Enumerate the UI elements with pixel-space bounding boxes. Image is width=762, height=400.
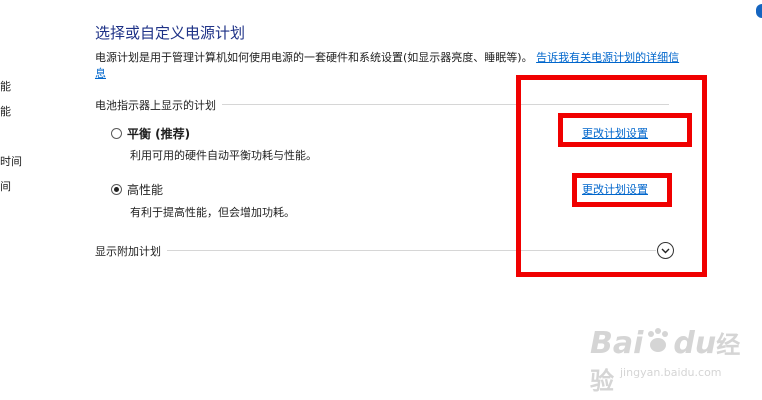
radio-high-performance[interactable] [111,184,122,195]
plan-balanced-description: 利用可用的硬件自动平衡功耗与性能。 [130,149,317,162]
plan-high-performance-name[interactable]: 高性能 [127,181,163,198]
scrollbar-indicator[interactable] [756,4,762,18]
highlight-box-balanced-link [558,113,692,147]
additional-plans-label[interactable]: 显示附加计划 [95,243,167,259]
highlight-box-high-performance-link [572,173,672,207]
sidebar-item-4[interactable]: 间 [0,178,11,194]
page-title: 选择或自定义电源计划 [95,24,246,42]
radio-balanced[interactable] [111,128,122,139]
watermark-logo: Bai du经验 [590,326,741,395]
plan-balanced-name[interactable]: 平衡 (推荐) [127,125,190,142]
description-text: 电源计划是用于管理计算机如何使用电源的一套硬件和系统设置(如显示器亮度、睡眠等)… [95,51,533,64]
watermark-url: jingyan.baidu.com [620,366,722,379]
paw-icon [648,328,669,352]
plan-high-performance-description: 有利于提高性能，但会增加功耗。 [130,206,295,219]
sidebar-item-1[interactable]: 能 [0,78,11,94]
battery-section-label: 电池指示器上显示的计划 [95,97,222,113]
sidebar-item-3[interactable]: 时间 [0,153,22,169]
sidebar-item-2[interactable]: 能 [0,103,11,119]
